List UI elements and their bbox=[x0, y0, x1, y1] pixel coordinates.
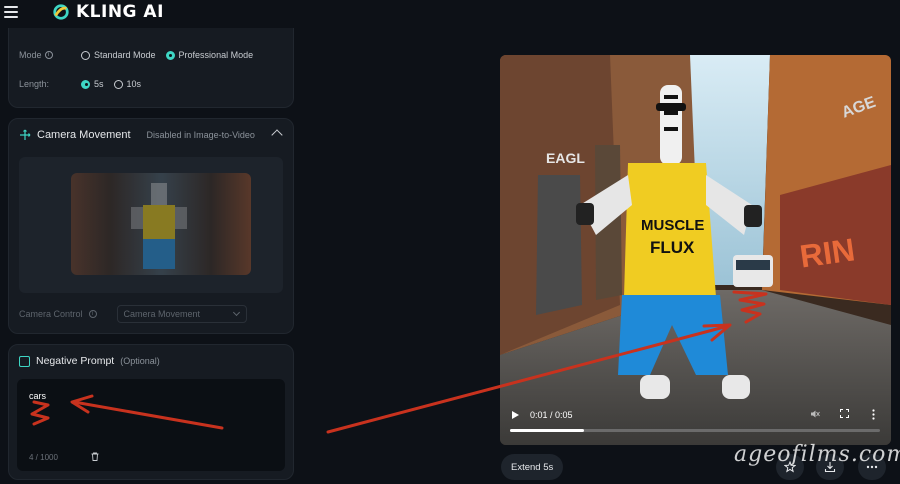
radio-selected-icon bbox=[81, 79, 90, 89]
watermark: ageofilms.com bbox=[734, 442, 900, 467]
brand[interactable]: KLING AI bbox=[52, 2, 164, 22]
camera-control-select[interactable]: Camera Movement bbox=[116, 305, 247, 323]
radio-length-5s[interactable]: 5s bbox=[81, 79, 104, 89]
video-progress-bar[interactable] bbox=[510, 429, 880, 432]
negative-prompt-text[interactable]: cars bbox=[29, 391, 46, 401]
sign-text: EAGL bbox=[546, 150, 585, 166]
radio-icon bbox=[81, 50, 90, 60]
kling-logo-icon bbox=[53, 4, 69, 20]
brand-name: KLING AI bbox=[76, 2, 164, 22]
radio-selected-icon bbox=[165, 50, 175, 60]
mode-settings-panel: Mode i Standard Mode Professional Mode Le… bbox=[8, 28, 294, 108]
length-label: Length: bbox=[19, 79, 50, 89]
video-frame: EAGL RIN AGE MUSCLE FLUX bbox=[500, 55, 891, 445]
mode-label: Mode bbox=[19, 50, 42, 60]
negative-prompt-header: Negative Prompt (Optional) bbox=[19, 355, 160, 367]
video-player[interactable]: EAGL RIN AGE MUSCLE FLUX 0:01 / 0:05 bbox=[500, 55, 891, 445]
extend-button[interactable]: Extend 5s bbox=[501, 454, 564, 480]
chevron-up-icon[interactable] bbox=[271, 129, 283, 141]
preview-image bbox=[71, 173, 251, 275]
play-icon[interactable] bbox=[512, 411, 519, 419]
note-icon bbox=[19, 355, 30, 367]
muted-speaker-icon[interactable] bbox=[810, 409, 820, 419]
time-readout: 0:01 / 0:05 bbox=[530, 410, 573, 420]
radio-length-10s[interactable]: 10s bbox=[113, 79, 141, 89]
negative-prompt-panel: Negative Prompt (Optional) cars 4 / 1000 bbox=[8, 344, 294, 480]
fullscreen-icon[interactable] bbox=[840, 409, 849, 418]
radio-professional-mode[interactable]: Professional Mode bbox=[165, 50, 253, 60]
player-controls: 0:01 / 0:05 bbox=[500, 405, 891, 445]
radio-standard-mode[interactable]: Standard Mode bbox=[81, 50, 156, 60]
more-vertical-icon[interactable] bbox=[872, 409, 875, 420]
camera-disabled-note: Disabled in Image-to-Video bbox=[146, 130, 255, 140]
radio-icon bbox=[113, 79, 123, 89]
char-count: 4 / 1000 bbox=[29, 453, 58, 462]
camera-title: Camera Movement bbox=[37, 129, 131, 141]
camera-preview bbox=[19, 157, 283, 293]
negative-prompt-input[interactable]: cars 4 / 1000 bbox=[17, 379, 285, 471]
length-row: Length: 5s 10s bbox=[19, 79, 151, 89]
optional-tag: (Optional) bbox=[120, 356, 160, 366]
shirt-text-2: FLUX bbox=[650, 238, 695, 257]
camera-header[interactable]: Camera Movement Disabled in Image-to-Vid… bbox=[19, 129, 255, 141]
top-bar: KLING AI bbox=[0, 0, 900, 28]
menu-icon[interactable] bbox=[4, 6, 18, 20]
info-icon[interactable]: i bbox=[44, 51, 53, 59]
info-icon: i bbox=[88, 310, 97, 318]
shirt-text-1: MUSCLE bbox=[641, 217, 704, 234]
video-progress-fill bbox=[510, 429, 584, 432]
negative-prompt-title: Negative Prompt bbox=[36, 355, 115, 367]
trash-icon[interactable] bbox=[91, 452, 99, 461]
graffiti-text: RIN bbox=[798, 231, 858, 274]
mode-row: Mode i Standard Mode Professional Mode bbox=[19, 50, 263, 60]
camera-control-row: Camera Control i Camera Movement bbox=[19, 305, 247, 323]
camera-move-icon bbox=[20, 129, 31, 140]
camera-control-label: Camera Control bbox=[19, 309, 83, 319]
zebra-thumbnail-icon bbox=[131, 183, 187, 269]
camera-movement-panel: Camera Movement Disabled in Image-to-Vid… bbox=[8, 118, 294, 334]
